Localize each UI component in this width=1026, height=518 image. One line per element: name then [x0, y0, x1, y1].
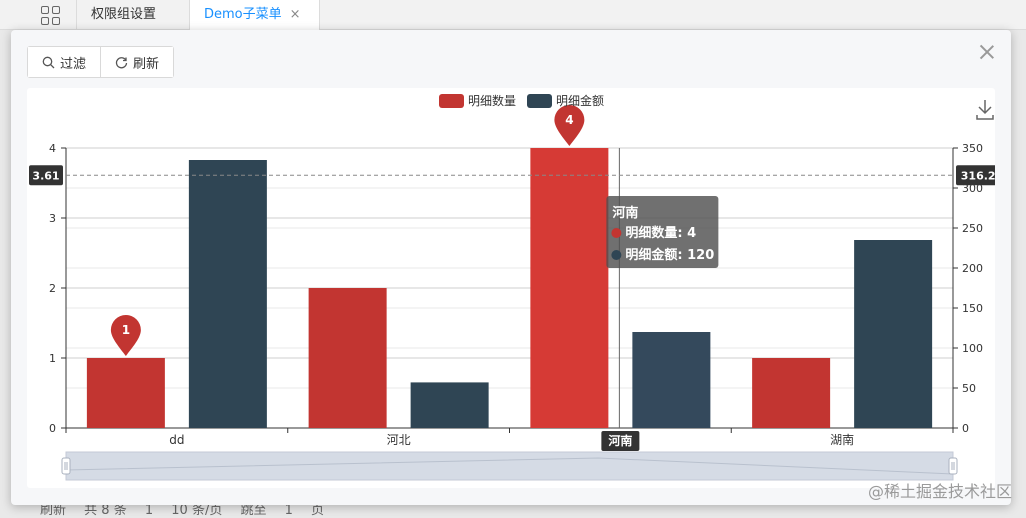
tooltip-row: 明细金额: 120: [625, 247, 714, 263]
bar-series1[interactable]: [308, 288, 387, 428]
watermark: @稀土掘金技术社区: [867, 482, 1012, 501]
bar-series1[interactable]: [530, 148, 609, 428]
bar-series1[interactable]: [752, 358, 831, 428]
legend-label-series1: 明细数量: [468, 93, 516, 108]
y-left-tick-label: 3: [49, 212, 56, 225]
bar-chart: 01234050100150200250300350dd 河北 河南 湖南3.61 31…: [29, 93, 995, 481]
bg-page: 1: [144, 503, 154, 518]
search-icon: [42, 56, 55, 68]
refresh-label: 刷新: [133, 56, 160, 72]
x-tick-label: 河北: [387, 433, 411, 447]
chart-modal: 过滤 刷新 0 1 2 3 4 0 50 100 150 200 250 300 350 dd 河北 河南 湖南…: [11, 30, 1011, 505]
y-right-tick-label: 100: [962, 342, 983, 355]
y-left-tick-label: 2: [49, 282, 56, 295]
bg-jump-value: 1: [284, 503, 293, 518]
tab-label: Demo子菜单: [204, 7, 282, 22]
tab-close-icon[interactable]: ×: [290, 7, 301, 22]
close-icon[interactable]: [979, 44, 995, 60]
y-right-tick-label: 0: [962, 422, 969, 435]
y-left-tick-label: 1: [49, 352, 56, 365]
data-zoom-slider[interactable]: [65, 451, 954, 481]
x-tick-label: 湖南: [830, 432, 854, 447]
tab-label: 权限组设置: [91, 7, 157, 22]
bg-page-unit: 页: [311, 503, 325, 518]
refresh-button[interactable]: 刷新: [100, 47, 174, 77]
app-grid-icon[interactable]: [28, 0, 72, 30]
y-left-tick-label: 0: [49, 422, 56, 435]
bg-page-size: 10 条/页: [171, 503, 223, 518]
tooltip-row: 明细数量: 4: [625, 225, 696, 241]
legend-swatch-series2[interactable]: [527, 94, 552, 108]
x-tick-label: dd: [169, 433, 184, 447]
filter-label: 过滤: [60, 56, 87, 72]
mark-point-label: 4: [565, 113, 573, 127]
bar-series2[interactable]: [410, 382, 489, 428]
tab-permission-group[interactable]: 权限组设置: [76, 0, 186, 30]
bar-series2[interactable]: [632, 332, 711, 428]
legend-label-series2: 明细金额: [556, 93, 604, 108]
legend-swatch-series1[interactable]: [439, 94, 464, 108]
bar-series1[interactable]: [86, 358, 165, 428]
axis-pointer-right-label: 316.25: [961, 169, 995, 182]
refresh-icon: [115, 56, 128, 68]
y-left-tick-label: 4: [49, 142, 56, 155]
x-tick-label: 河南: [607, 433, 632, 448]
bg-total: 共 8 条: [84, 503, 127, 518]
y-right-tick-label: 200: [962, 262, 983, 275]
data-zoom-handle[interactable]: [948, 457, 958, 475]
y-right-tick-label: 150: [962, 302, 983, 315]
chart-card: 0 1 2 3 4 0 50 100 150 200 250 300 350 dd 河北 河南 湖南 3.61 31…: [27, 88, 995, 488]
bar-series2[interactable]: [188, 160, 267, 428]
y-right-tick-label: 350: [962, 142, 983, 155]
download-icon[interactable]: [976, 100, 994, 120]
tab-demo-submenu[interactable]: Demo子菜单 ×: [189, 0, 320, 30]
tooltip-title: 河南: [612, 205, 638, 221]
tooltip-series-dot: [611, 228, 622, 238]
bar-series2[interactable]: [854, 240, 933, 428]
mark-point-label: 1: [122, 323, 130, 337]
y-right-tick-label: 50: [962, 382, 976, 395]
bg-refresh: 刷新: [40, 503, 67, 518]
axis-pointer-left-label: 3.61: [32, 169, 59, 182]
chart-toolbar: 过滤 刷新: [27, 46, 175, 78]
data-zoom-handle[interactable]: [61, 457, 71, 475]
y-right-tick-label: 250: [962, 222, 983, 235]
bg-jump: 跳至: [240, 503, 267, 518]
tab-bar: 权限组设置 Demo子菜单 ×: [0, 0, 1026, 30]
tooltip-series-dot: [611, 250, 622, 260]
filter-button[interactable]: 过滤: [28, 47, 101, 77]
